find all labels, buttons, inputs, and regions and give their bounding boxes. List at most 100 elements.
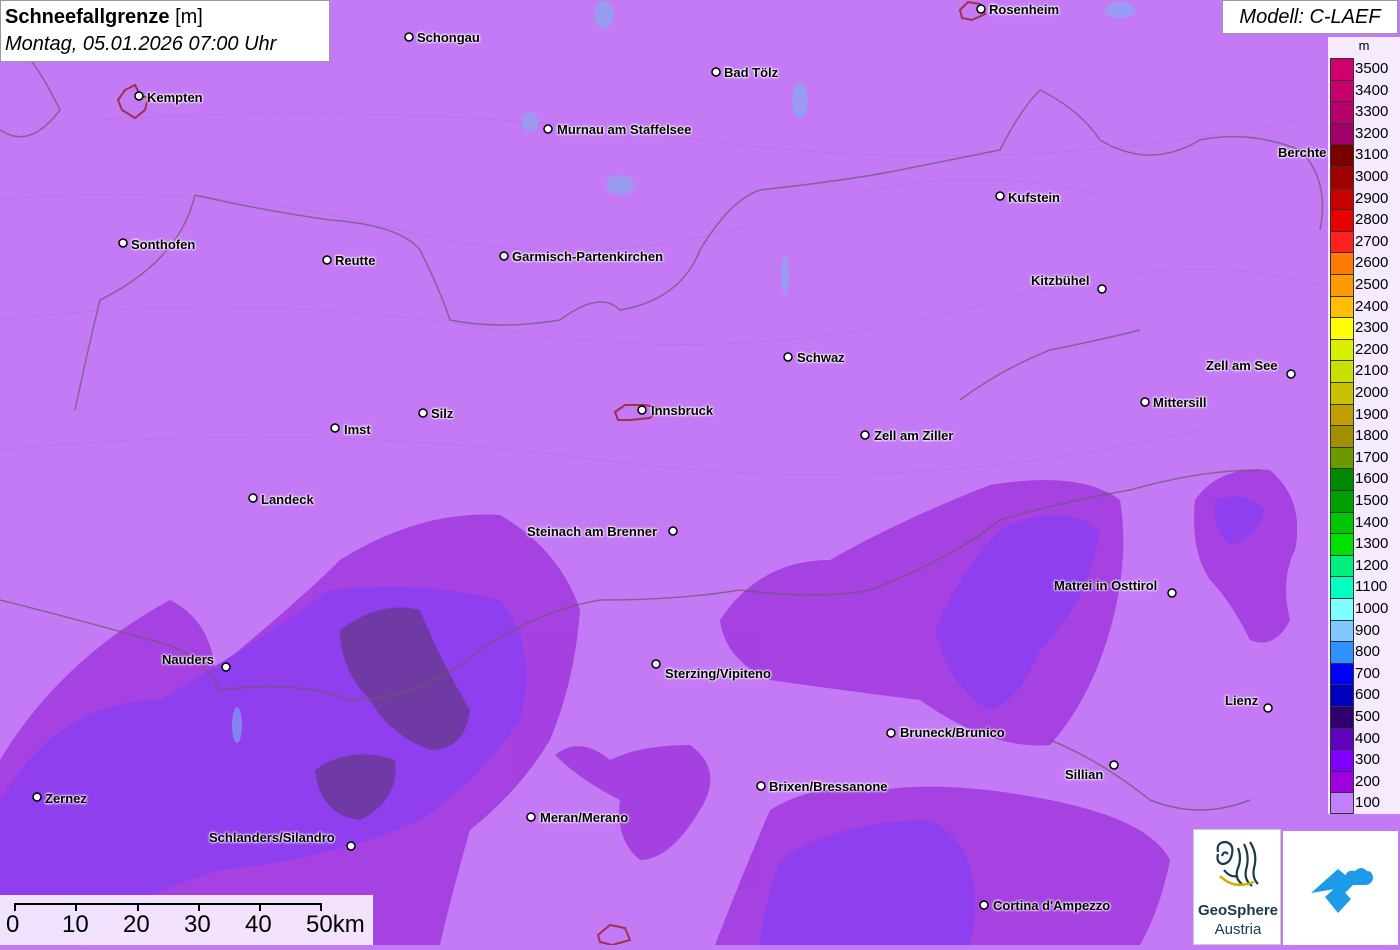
legend-label: 3100 [1355, 146, 1389, 164]
legend-swatch [1330, 446, 1354, 469]
legend-swatch [1330, 662, 1354, 685]
legend-entry-1200: 1200 [1328, 554, 1400, 577]
city-label-matrei: Matrei in Osttirol [1054, 578, 1158, 593]
city-label-silz: Silz [431, 406, 454, 421]
legend-entry-2700: 2700 [1328, 230, 1400, 253]
legend-label: 100 [1355, 794, 1381, 812]
legend-swatch [1330, 468, 1354, 490]
snowfall-limit-map[interactable] [0, 0, 1400, 945]
scale-label-50km: 50km [306, 911, 365, 938]
legend-entry-1300: 1300 [1328, 533, 1400, 555]
geosphere-emblem-icon [1216, 840, 1259, 887]
legend-label: 1300 [1355, 535, 1389, 553]
legend-label: 1600 [1355, 470, 1389, 488]
legend-label: 2100 [1355, 362, 1389, 380]
legend-entry-100: 100 [1328, 792, 1400, 814]
legend-swatch [1330, 533, 1354, 555]
city-label-meran: Meran/Merano [540, 810, 629, 825]
city-label-zell-am-see: Zell am See [1206, 358, 1278, 373]
legend-entry-800: 800 [1328, 641, 1400, 663]
legend-entry-3300: 3300 [1328, 101, 1400, 123]
legend-swatch [1330, 490, 1354, 512]
legend-entry-500: 500 [1328, 706, 1400, 728]
legend-entry-200: 200 [1328, 770, 1400, 793]
legend-swatch [1330, 209, 1354, 231]
legend-label: 2800 [1355, 211, 1389, 229]
legend-swatch [1330, 425, 1354, 447]
city-label-zernez: Zernez [45, 791, 87, 806]
city-label-nauders: Nauders [162, 652, 215, 667]
legend-swatch [1330, 122, 1354, 145]
legend-entry-700: 700 [1328, 662, 1400, 685]
legend-entry-2900: 2900 [1328, 187, 1400, 210]
legend-label: 2000 [1355, 384, 1389, 401]
scale-line [14, 903, 321, 905]
scale-tick [75, 903, 77, 911]
legend-swatch [1330, 576, 1354, 598]
legend-swatch [1330, 619, 1354, 642]
city-label-garmisch: Garmisch-Partenkirchen [512, 249, 664, 264]
city-label-berchtesgaden: Berchte [1278, 145, 1327, 160]
color-legend: m 3500 3400 3300 3200 3100 3000 2900 2800 2700 26… [1328, 37, 1400, 814]
city-label-mittersill: Mittersill [1153, 395, 1207, 410]
legend-entry-2300: 2300 [1328, 317, 1400, 339]
scale-label-40: 40 [245, 911, 272, 938]
legend-entry-3000: 3000 [1328, 166, 1400, 188]
legend-label: 3000 [1355, 168, 1389, 185]
legend-label: 600 [1355, 686, 1381, 704]
legend-label: 200 [1355, 772, 1381, 790]
scale-label-10: 10 [62, 911, 89, 938]
legend-swatch [1330, 511, 1354, 534]
scale-tick [198, 903, 200, 911]
legend-swatch [1330, 338, 1354, 361]
scale-tick [137, 903, 139, 911]
city-label-zell-am-ziller: Zell am Ziller [874, 428, 954, 443]
legend-swatch [1330, 187, 1354, 210]
legend-swatch [1330, 144, 1354, 166]
city-label-reutte: Reutte [335, 253, 376, 268]
legend-swatch [1330, 403, 1354, 426]
legend-label: 700 [1355, 664, 1381, 682]
legend-swatch [1330, 295, 1354, 318]
legend-swatch [1330, 274, 1354, 296]
legend-swatch [1330, 706, 1354, 728]
legend-entry-1600: 1600 [1328, 468, 1400, 490]
legend-swatch [1330, 684, 1354, 706]
legend-label: 1000 [1355, 600, 1389, 617]
city-label-cortina: Cortina d'Ampezzo [993, 898, 1111, 913]
legend-entry-3500: 3500 [1328, 58, 1400, 80]
legend-swatch [1330, 382, 1354, 404]
legend-entry-2100: 2100 [1328, 360, 1400, 382]
legend-entry-2600: 2600 [1328, 252, 1400, 274]
legend-label: 3500 [1355, 60, 1389, 77]
legend-entry-1000: 1000 [1328, 598, 1400, 620]
city-label-murnau: Murnau am Staffelsee [557, 122, 692, 137]
legend-label: 1400 [1355, 513, 1389, 531]
scale-label-30: 30 [184, 911, 211, 938]
legend-label: 1900 [1355, 405, 1389, 423]
legend-label: 1700 [1355, 448, 1389, 466]
legend-swatch [1330, 792, 1354, 814]
legend-entry-1800: 1800 [1328, 425, 1400, 447]
legend-swatch [1330, 360, 1354, 382]
legend-entry-1700: 1700 [1328, 446, 1400, 469]
legend-label: 2300 [1355, 319, 1389, 337]
legend-entry-3200: 3200 [1328, 122, 1400, 145]
scale-label-20: 20 [123, 911, 150, 938]
logo-line1: GeoSphere [1197, 902, 1279, 919]
legend-entry-400: 400 [1328, 727, 1400, 750]
legend-entry-1500: 1500 [1328, 490, 1400, 512]
legend-swatch [1330, 749, 1354, 771]
city-label-schwaz: Schwaz [797, 350, 845, 365]
legend-label: 3200 [1355, 124, 1389, 142]
city-label-innsbruck: Innsbruck [651, 403, 714, 418]
city-label-sillian: Sillian [1065, 767, 1104, 782]
legend-entry-2200: 2200 [1328, 338, 1400, 361]
legend-swatch [1330, 79, 1354, 102]
city-label-sonthofen: Sonthofen [131, 237, 196, 252]
city-label-schlanders: Schlanders/Silandro [209, 830, 335, 845]
legend-swatch [1330, 317, 1354, 339]
legend-label: 500 [1355, 708, 1381, 725]
legend-label: 1800 [1355, 427, 1389, 445]
partner-logo [1283, 831, 1398, 945]
